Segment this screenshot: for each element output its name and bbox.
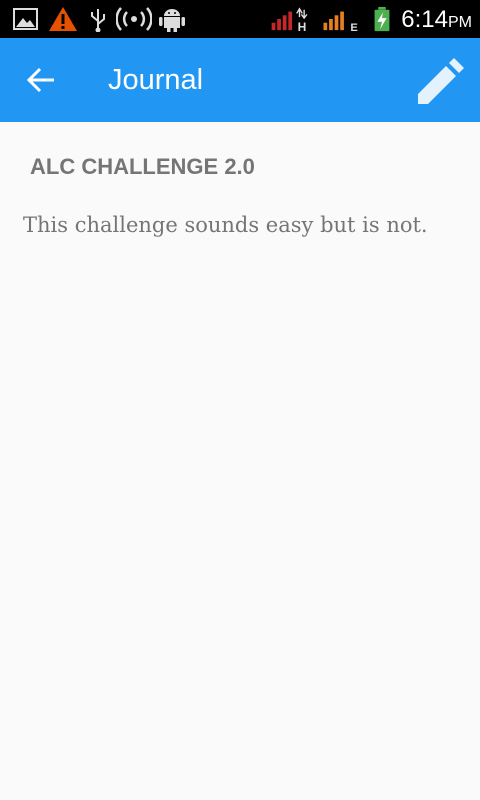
network-label-h: H — [298, 20, 307, 32]
pencil-icon — [418, 58, 464, 104]
battery-charging-icon — [374, 6, 390, 32]
image-icon — [13, 8, 38, 30]
back-button[interactable] — [20, 60, 64, 100]
entry-title: ALC CHALLENGE 2.0 — [30, 154, 255, 179]
signal-e-icon: E — [323, 11, 358, 32]
time-ampm: PM — [448, 14, 472, 31]
usb-icon — [91, 9, 105, 32]
page-title: Journal — [108, 64, 204, 96]
journal-entry: ALC CHALLENGE 2.0 This challenge sounds … — [0, 122, 480, 800]
entry-body: This challenge sounds easy but is not. — [23, 213, 428, 237]
app-bar: Journal — [0, 38, 480, 122]
android-icon — [159, 9, 185, 32]
status-time: 6:14PM — [401, 4, 472, 39]
signal-h-icon: H — [271, 7, 308, 32]
warning-icon — [49, 7, 77, 31]
time-value: 6:14 — [401, 6, 448, 33]
edit-button[interactable] — [412, 54, 466, 108]
arrow-back-icon — [26, 67, 54, 93]
hotspot-icon — [116, 7, 152, 31]
network-label-e: E — [350, 22, 357, 32]
status-bar: H E 6:14PM — [0, 0, 480, 38]
